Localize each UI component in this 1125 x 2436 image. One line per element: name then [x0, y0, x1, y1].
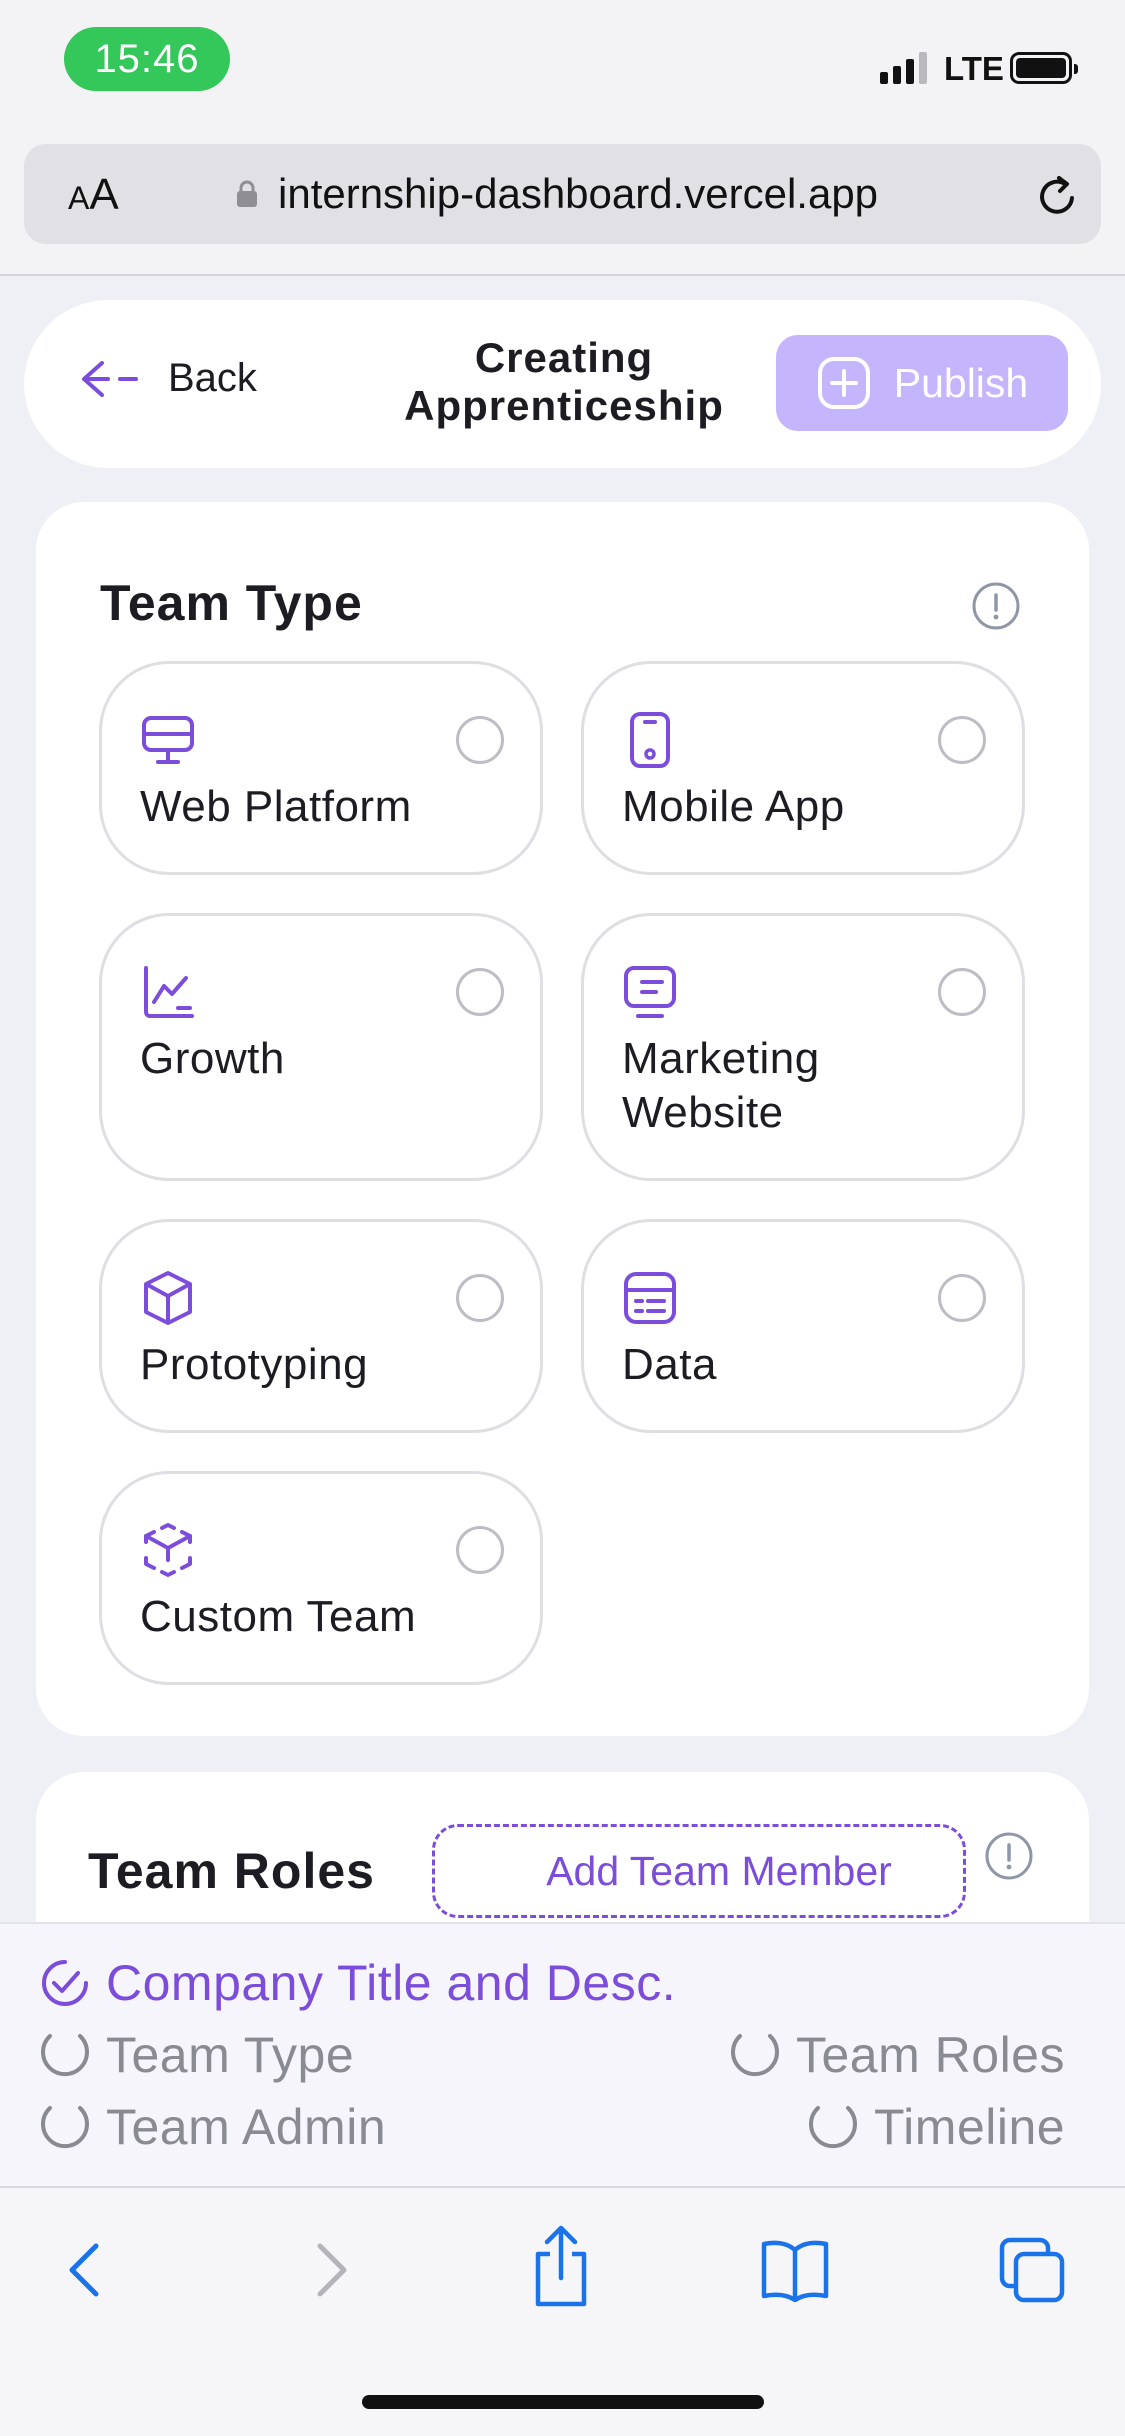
battery-icon [1010, 52, 1078, 84]
step-company-title[interactable]: Company Title and Desc. [36, 1954, 676, 2012]
spinner-icon [809, 2106, 857, 2149]
step-team-type[interactable]: Team Type [36, 2026, 354, 2084]
team-roles-title: Team Roles [88, 1843, 375, 1899]
step-team-admin[interactable]: Team Admin [36, 2098, 386, 2156]
chart-line-icon [144, 966, 194, 1018]
option-label: Growth [140, 1034, 285, 1083]
browser-address-area: AA internship-dashboard.vercel.app [0, 140, 1125, 276]
progress-steps-panel: Company Title and Desc. Team Type Team R… [0, 1922, 1125, 2186]
radio-button[interactable] [456, 968, 504, 1016]
signal-icon [880, 52, 927, 84]
radio-button[interactable] [456, 1526, 504, 1574]
option-label: Data [622, 1340, 717, 1389]
table-icon [624, 1272, 676, 1324]
radio-button[interactable] [938, 1274, 986, 1322]
team-option-custom-team[interactable]: Custom Team [99, 1471, 543, 1685]
back-button[interactable]: Back [78, 356, 257, 401]
plus-square-icon [817, 357, 870, 409]
page-header: Back Creating Apprenticeship Publish [24, 300, 1101, 468]
forward-chevron-icon[interactable] [294, 2234, 364, 2306]
status-bar: 15:46 LTE [0, 0, 1125, 140]
home-indicator [362, 2395, 764, 2409]
publish-button[interactable]: Publish [776, 335, 1068, 431]
screen-text-icon [624, 966, 676, 1018]
spinner-icon [731, 2034, 779, 2077]
reader-text-size-button[interactable]: AA [68, 170, 119, 220]
team-option-marketing-website[interactable]: Marketing Website [581, 913, 1025, 1181]
arrow-left-icon [82, 360, 138, 397]
team-option-mobile-app[interactable]: Mobile App [581, 661, 1025, 875]
lock-icon [237, 180, 257, 207]
step-team-roles[interactable]: Team Roles [726, 2026, 1065, 2084]
bookmarks-icon[interactable] [760, 2234, 830, 2306]
info-icon[interactable] [983, 1830, 1035, 1882]
option-label: Marketing Website [622, 1034, 820, 1137]
radio-button[interactable] [456, 1274, 504, 1322]
spinner-icon [41, 2106, 89, 2149]
team-option-data[interactable]: Data [581, 1219, 1025, 1433]
add-team-member-button[interactable]: Add Team Member [432, 1824, 966, 1918]
radio-button[interactable] [938, 968, 986, 1016]
page-title: Creating Apprenticeship [404, 334, 724, 429]
back-label: Back [168, 356, 257, 400]
share-icon[interactable] [526, 2224, 596, 2308]
info-icon[interactable] [970, 580, 1022, 632]
tabs-icon[interactable] [998, 2234, 1068, 2306]
team-option-web-platform[interactable]: Web Platform [99, 661, 543, 875]
team-option-growth[interactable]: Growth [99, 913, 543, 1181]
team-option-prototyping[interactable]: Prototyping [99, 1219, 543, 1433]
step-timeline[interactable]: Timeline [804, 2098, 1065, 2156]
url-text[interactable]: internship-dashboard.vercel.app [278, 170, 878, 218]
monitor-icon [142, 716, 194, 764]
option-label: Custom Team [140, 1592, 417, 1641]
reload-icon[interactable] [1032, 172, 1082, 222]
option-label: Prototyping [140, 1340, 369, 1389]
dashed-cube-icon [144, 1523, 192, 1577]
network-type: LTE [944, 50, 1004, 87]
check-circle-icon [42, 1960, 88, 2006]
status-time: 15:46 [64, 27, 230, 91]
back-chevron-icon[interactable] [52, 2234, 122, 2306]
option-label: Mobile App [622, 782, 845, 831]
publish-label: Publish [893, 359, 1029, 406]
radio-button[interactable] [456, 716, 504, 764]
smartphone-icon [630, 712, 670, 768]
spinner-icon [41, 2034, 89, 2077]
team-type-title: Team Type [100, 575, 363, 631]
radio-button[interactable] [938, 716, 986, 764]
option-label: Web Platform [140, 782, 412, 831]
address-bar[interactable]: AA internship-dashboard.vercel.app [24, 144, 1101, 244]
cube-icon [144, 1271, 192, 1325]
